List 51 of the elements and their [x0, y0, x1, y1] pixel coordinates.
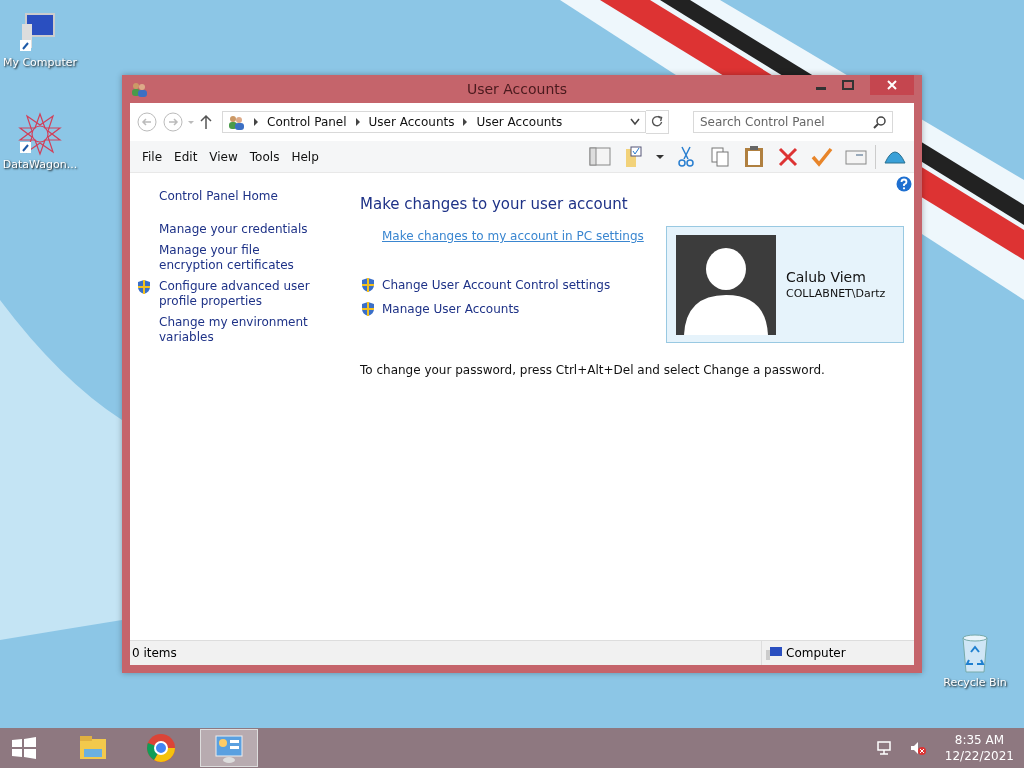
account-name: COLLABNET\Dartz: [786, 287, 886, 300]
search-icon: [873, 115, 887, 129]
user-name: Calub Viem: [786, 269, 867, 285]
caret-icon: [656, 154, 664, 159]
star-pattern-icon: [18, 112, 62, 156]
menu-item[interactable]: Help: [287, 149, 323, 164]
menu-item[interactable]: File: [138, 149, 167, 164]
menu-item[interactable]: Tools: [245, 149, 284, 164]
computer-icon: [766, 646, 782, 660]
sidebar-link[interactable]: Change my environment variables: [159, 315, 319, 345]
address-bar[interactable]: Control Panel User Accounts User Accounts: [222, 111, 646, 133]
clock-date: 12/22/2021: [944, 748, 1014, 764]
close-button[interactable]: [870, 75, 914, 95]
chrome-icon: [144, 731, 178, 765]
status-location: Computer: [786, 646, 846, 660]
chevron-down-icon: [629, 117, 641, 127]
maximize-icon: [842, 80, 854, 90]
task-link[interactable]: Change User Account Control settings: [382, 278, 611, 292]
password-note: To change your password, press Ctrl+Alt+Del and select Change a password.: [360, 363, 826, 377]
forward-icon: [162, 111, 184, 133]
user-silhouette-icon: [676, 234, 776, 335]
users-icon: [130, 81, 148, 97]
windows-logo-icon: [10, 736, 38, 760]
sidebar-link[interactable]: Manage your credentials: [159, 222, 319, 237]
breadcrumb-item[interactable]: Control Panel: [267, 115, 347, 129]
muted-speaker-icon: [908, 740, 927, 756]
copy-icon: [708, 144, 732, 169]
clock-time: 8:35 AM: [954, 732, 1005, 748]
minimize-icon: [816, 86, 826, 90]
back-icon: [136, 111, 158, 133]
close-icon: [887, 80, 897, 90]
sidebar-link[interactable]: Configure advanced user profile properties: [159, 279, 319, 309]
breadcrumb-item[interactable]: User Accounts: [476, 115, 563, 129]
breadcrumb-item[interactable]: User Accounts: [368, 115, 455, 129]
taskbar-button[interactable]: [200, 729, 258, 767]
page-heading: Make changes to your user account: [360, 195, 629, 213]
window-title: User Accounts: [465, 81, 569, 97]
users-icon: [227, 114, 245, 130]
search-field[interactable]: Search Control Panel: [693, 111, 893, 133]
caret-icon: [188, 120, 194, 124]
task-link[interactable]: Manage User Accounts: [382, 302, 520, 316]
layout-pane-icon: [588, 144, 612, 169]
menu-item[interactable]: Edit: [170, 149, 202, 164]
chevron-right-icon: [251, 117, 261, 127]
clipboard-icon: [742, 144, 766, 169]
menu-item[interactable]: View: [205, 149, 242, 164]
sidebar-link[interactable]: Manage your file encryption certificates: [159, 243, 319, 273]
item-count: 0 items: [131, 646, 178, 660]
pc-settings-link[interactable]: Make changes to my account in PC settings: [382, 229, 644, 243]
sidebar-link[interactable]: Control Panel Home: [159, 189, 319, 204]
refresh-icon: [646, 110, 669, 134]
